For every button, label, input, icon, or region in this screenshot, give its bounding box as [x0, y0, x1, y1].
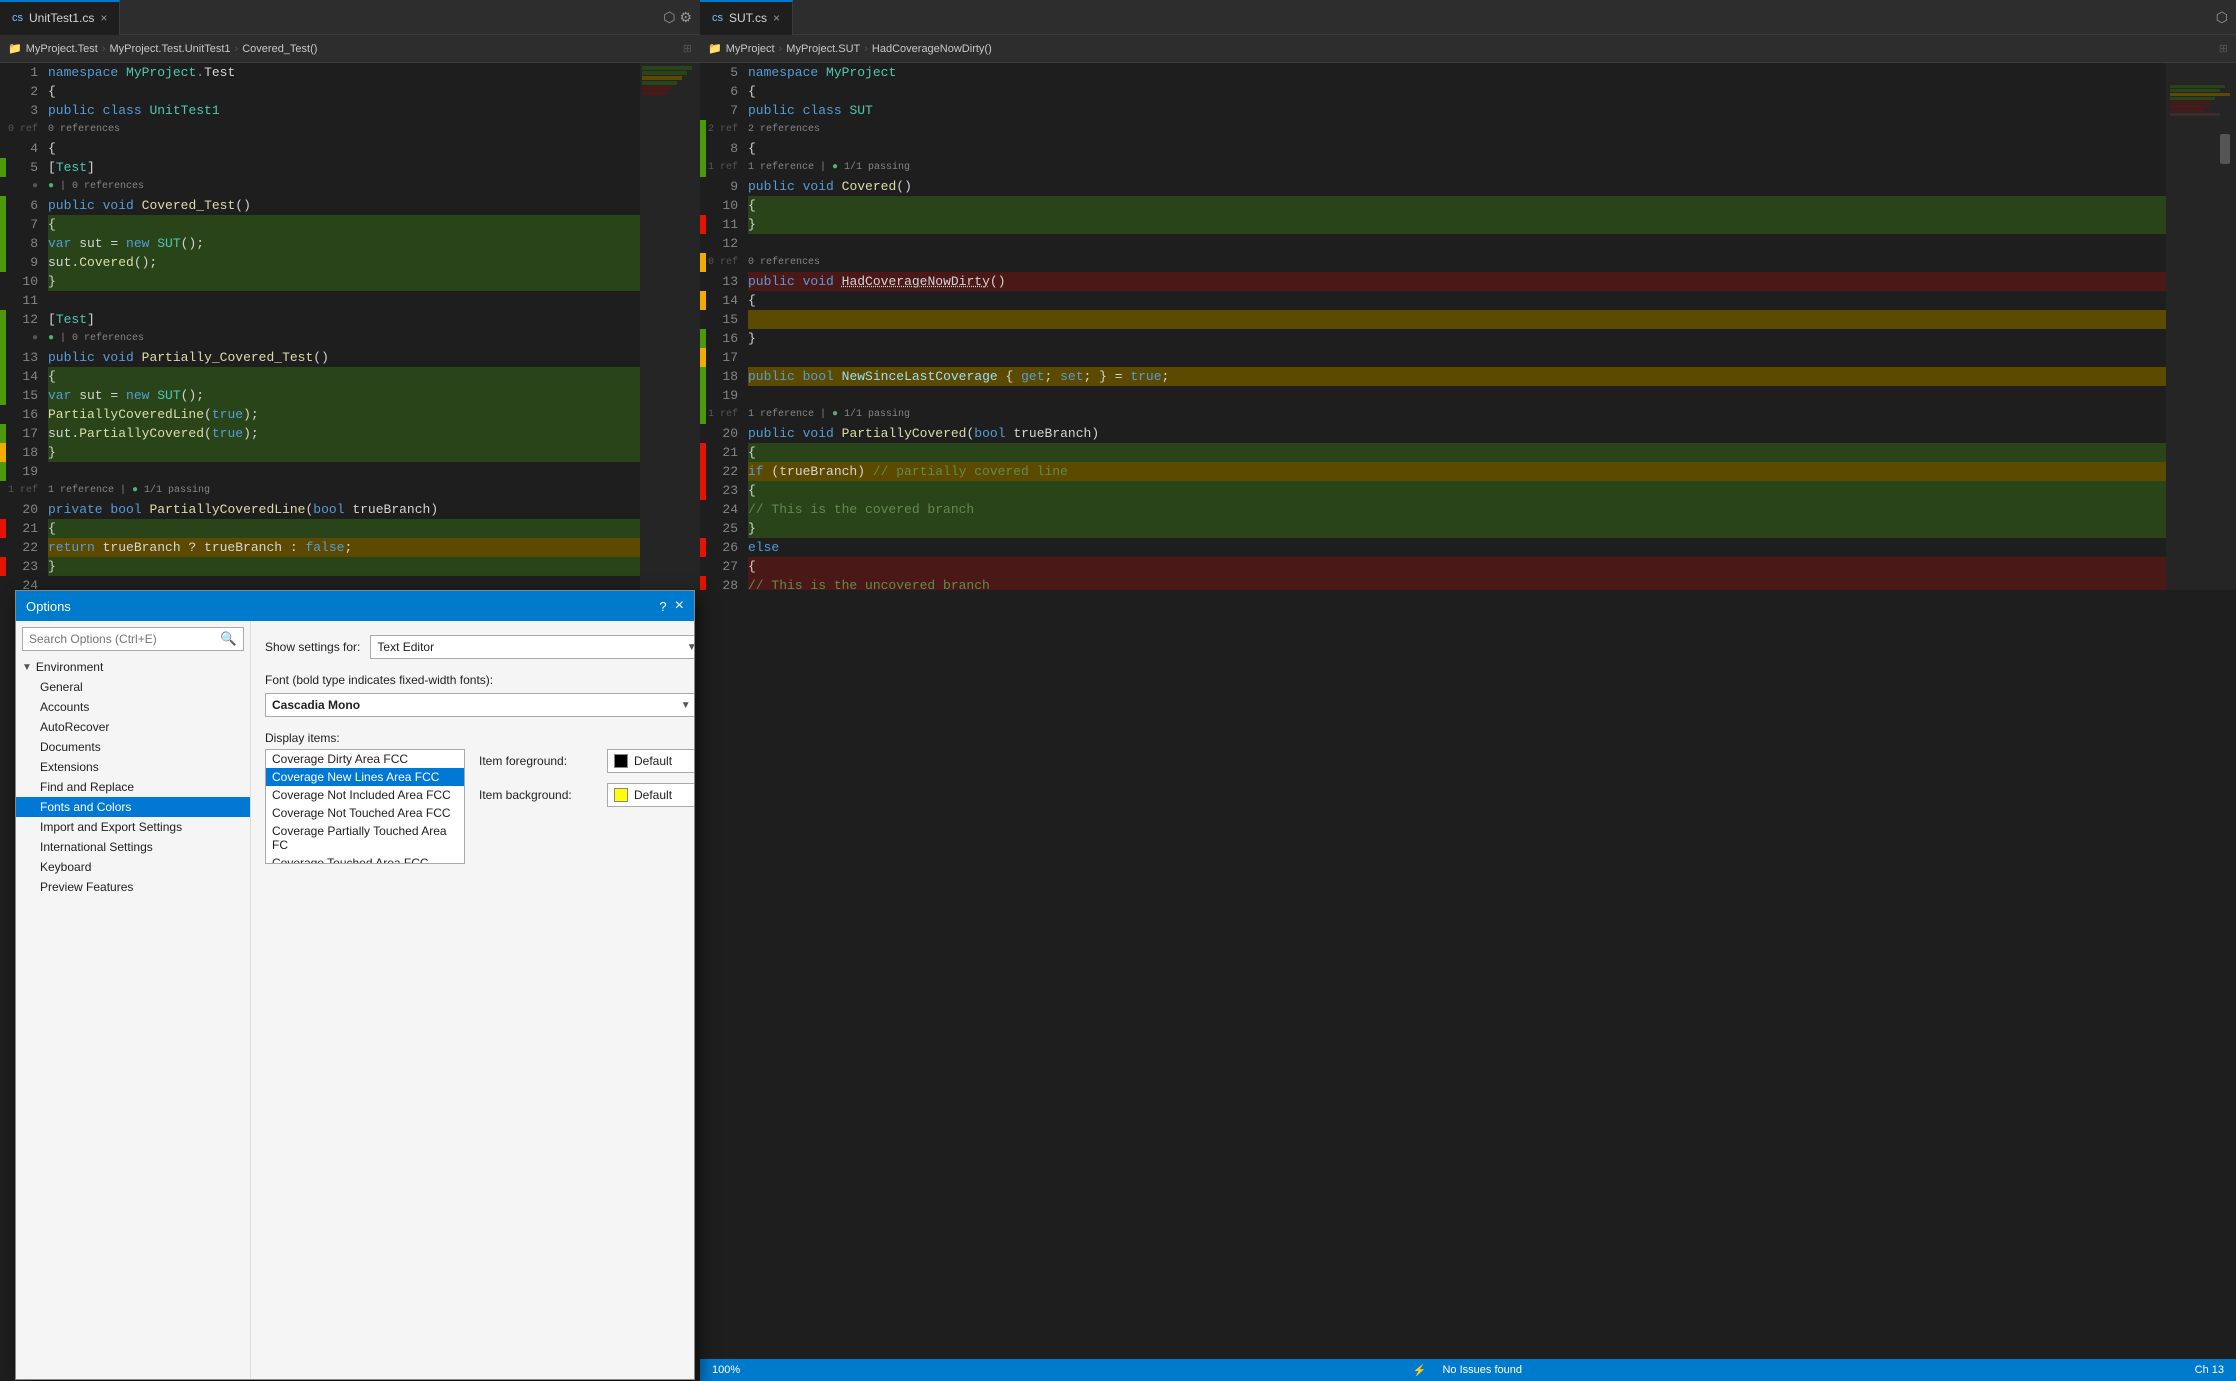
dialog-left-panel: 🔍 ▼ Environment General Accounts AutoRec… — [16, 621, 251, 1379]
tree-item-extensions[interactable]: Extensions — [16, 757, 250, 777]
display-items-section: Display items: Coverage Dirty Area FCC C… — [265, 731, 694, 864]
help-button[interactable]: ? — [659, 599, 666, 614]
foreground-swatch — [614, 754, 628, 768]
right-line-numbers: 567 2 ref 8 1 ref 91011 12 0 ref 1314 15… — [706, 63, 744, 590]
breadcrumb-project[interactable]: MyProject.Test — [26, 43, 98, 55]
status-zoom[interactable]: 100% — [712, 1364, 740, 1376]
list-item-4[interactable]: Coverage Partially Touched Area FC — [266, 822, 464, 854]
tree-item-autorecover[interactable]: AutoRecover — [16, 717, 250, 737]
right-split-buttons[interactable]: ⬡ — [2208, 9, 2236, 26]
background-value: Default — [634, 788, 694, 802]
search-icon-button[interactable]: 🔍 — [214, 628, 243, 650]
split-left-icon[interactable]: ⬡ — [663, 9, 675, 26]
right-breadcrumb-method[interactable]: HadCoverageNowDirty() — [872, 43, 992, 55]
list-item-3[interactable]: Coverage Not Touched Area FCC — [266, 804, 464, 822]
tree-item-preview[interactable]: Preview Features — [16, 877, 250, 897]
tree-item-find-replace[interactable]: Find and Replace — [16, 777, 250, 797]
status-bar: 100% ⚡ No Issues found Ch 13 — [700, 1359, 2236, 1381]
tree-item-documents[interactable]: Documents — [16, 737, 250, 757]
items-list[interactable]: Coverage Dirty Area FCC Coverage New Lin… — [265, 749, 465, 864]
dialog-title: Options — [26, 599, 71, 614]
status-text: ⚡ — [1413, 1364, 1427, 1377]
tree-item-import-export[interactable]: Import and Export Settings — [16, 817, 250, 837]
list-item-2[interactable]: Coverage Not Included Area FCC — [266, 786, 464, 804]
font-section: Font (bold type indicates fixed-width fo… — [265, 673, 694, 717]
list-item-1[interactable]: Coverage New Lines Area FCC — [266, 768, 464, 786]
background-label: Item background: — [479, 788, 599, 802]
font-dropdown[interactable]: Cascadia Mono ▼ — [265, 693, 694, 717]
settings-for-value: Text Editor — [377, 640, 434, 654]
search-input[interactable] — [23, 629, 214, 649]
settings-for-dropdown[interactable]: Text Editor ▼ — [370, 635, 694, 659]
tab-unittest1[interactable]: cs UnitTest1.cs × — [0, 0, 120, 35]
items-column: Display items: Coverage Dirty Area FCC C… — [265, 731, 465, 864]
display-items-label: Display items: — [265, 731, 465, 745]
right-tab-title: SUT.cs — [729, 11, 767, 25]
right-breadcrumb-project[interactable]: MyProject — [726, 43, 775, 55]
status-line-col: Ch 13 — [2195, 1364, 2224, 1376]
dialog-titlebar: Options ? × — [16, 591, 694, 621]
environment-label: Environment — [36, 660, 103, 674]
foreground-dropdown[interactable]: Default ▼ — [607, 749, 694, 773]
font-dropdown-arrow-icon: ▼ — [681, 700, 691, 711]
close-button[interactable]: × — [675, 597, 684, 615]
split-settings-icon[interactable]: ⚙ — [679, 9, 692, 26]
tab-title: UnitTest1.cs — [29, 11, 94, 25]
tab-close-icon[interactable]: × — [100, 11, 107, 25]
background-row: Item background: Default ▼ Custom... — [479, 783, 694, 807]
tree-item-fonts-colors[interactable]: Fonts and Colors — [16, 797, 250, 817]
tree-item-keyboard[interactable]: Keyboard — [16, 857, 250, 877]
tree-view: ▼ Environment General Accounts AutoRecov… — [16, 657, 250, 1379]
settings-for-label: Show settings for: — [265, 640, 360, 654]
breadcrumb-method[interactable]: Covered_Test() — [242, 43, 317, 55]
status-no-issues: No Issues found — [1442, 1364, 1522, 1376]
color-settings: Item foreground: Default ▼ Custom... Ite… — [479, 731, 694, 807]
foreground-value: Default — [634, 754, 694, 768]
left-code-area: 123 0 ref 45 ● 678 91011 12 ● 131415 161… — [0, 63, 700, 590]
right-code-lines: namespace MyProject { public class SUT 2… — [744, 63, 2166, 590]
options-dialog: Options ? × 🔍 ▼ Environment General — [15, 590, 695, 1380]
search-container: 🔍 — [22, 627, 244, 651]
tab-split-buttons[interactable]: ⬡ ⚙ — [655, 9, 700, 26]
breadcrumb-class[interactable]: MyProject.Test.UnitTest1 — [110, 43, 231, 55]
font-row: Cascadia Mono ▼ Size: 10 ▼ — [265, 693, 694, 717]
tab-sut[interactable]: cs SUT.cs × — [700, 0, 793, 35]
settings-dropdown-arrow-icon: ▼ — [687, 642, 694, 653]
foreground-row: Item foreground: Default ▼ Custom... — [479, 749, 694, 773]
left-code-lines: namespace MyProject.Test { public class … — [44, 63, 640, 590]
expand-arrow-icon: ▼ — [22, 662, 32, 673]
list-item-0[interactable]: Coverage Dirty Area FCC — [266, 750, 464, 768]
tree-item-international[interactable]: International Settings — [16, 837, 250, 857]
dialog-right-panel: Show settings for: Text Editor ▼ Use Def… — [251, 621, 694, 1379]
left-breadcrumb: 📁 MyProject.Test › MyProject.Test.UnitTe… — [0, 35, 700, 63]
background-swatch — [614, 788, 628, 802]
right-split-icon[interactable]: ⬡ — [2216, 9, 2228, 26]
right-breadcrumb: 📁 MyProject › MyProject.SUT › HadCoverag… — [700, 35, 2236, 63]
right-tab-close-icon[interactable]: × — [773, 11, 780, 25]
tree-item-accounts[interactable]: Accounts — [16, 697, 250, 717]
right-code-area: 567 2 ref 8 1 ref 91011 12 0 ref 1314 15… — [700, 63, 2236, 590]
left-minimap — [640, 63, 700, 590]
right-tab-bar: cs SUT.cs × ⬡ — [700, 0, 2236, 35]
right-breadcrumb-class[interactable]: MyProject.SUT — [786, 43, 860, 55]
tab-icon: cs — [12, 12, 23, 24]
left-line-numbers: 123 0 ref 45 ● 678 91011 12 ● 131415 161… — [6, 63, 44, 590]
left-tab-bar: cs UnitTest1.cs × ⬡ ⚙ — [0, 0, 700, 35]
dialog-body: 🔍 ▼ Environment General Accounts AutoRec… — [16, 621, 694, 1379]
font-value: Cascadia Mono — [272, 698, 360, 712]
tree-item-general[interactable]: General — [16, 677, 250, 697]
list-item-5[interactable]: Coverage Touched Area FCC — [266, 854, 464, 864]
right-tab-icon: cs — [712, 12, 723, 24]
dialog-titlebar-controls: ? × — [659, 597, 684, 615]
background-dropdown[interactable]: Default ▼ — [607, 783, 694, 807]
right-minimap — [2166, 63, 2236, 590]
foreground-label: Item foreground: — [479, 754, 599, 768]
settings-for-row: Show settings for: Text Editor ▼ Use Def… — [265, 635, 694, 659]
font-label: Font (bold type indicates fixed-width fo… — [265, 673, 694, 687]
tree-item-environment[interactable]: ▼ Environment — [16, 657, 250, 677]
